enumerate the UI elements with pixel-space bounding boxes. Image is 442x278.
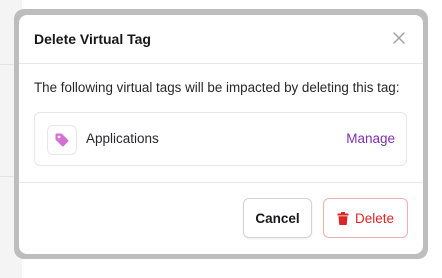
cancel-button[interactable]: Cancel [243, 198, 312, 238]
tag-name: Applications [86, 131, 159, 146]
delete-virtual-tag-dialog: Delete Virtual Tag The following virtual… [19, 15, 423, 254]
dialog-description: The following virtual tags will be impac… [34, 80, 400, 95]
delete-button[interactable]: Delete [323, 198, 408, 238]
close-button[interactable] [389, 28, 409, 48]
dialog-title: Delete Virtual Tag [34, 31, 151, 47]
tag-icon-container [47, 125, 77, 155]
impacted-tag-row: Applications Manage [34, 112, 407, 166]
tag-icon [55, 133, 69, 147]
cancel-button-label: Cancel [255, 210, 300, 226]
trash-icon [337, 211, 349, 225]
dialog-header: Delete Virtual Tag [19, 15, 423, 64]
delete-button-label: Delete [354, 210, 395, 226]
close-icon [393, 32, 405, 44]
footer-divider [19, 182, 423, 183]
manage-link[interactable]: Manage [346, 131, 395, 146]
